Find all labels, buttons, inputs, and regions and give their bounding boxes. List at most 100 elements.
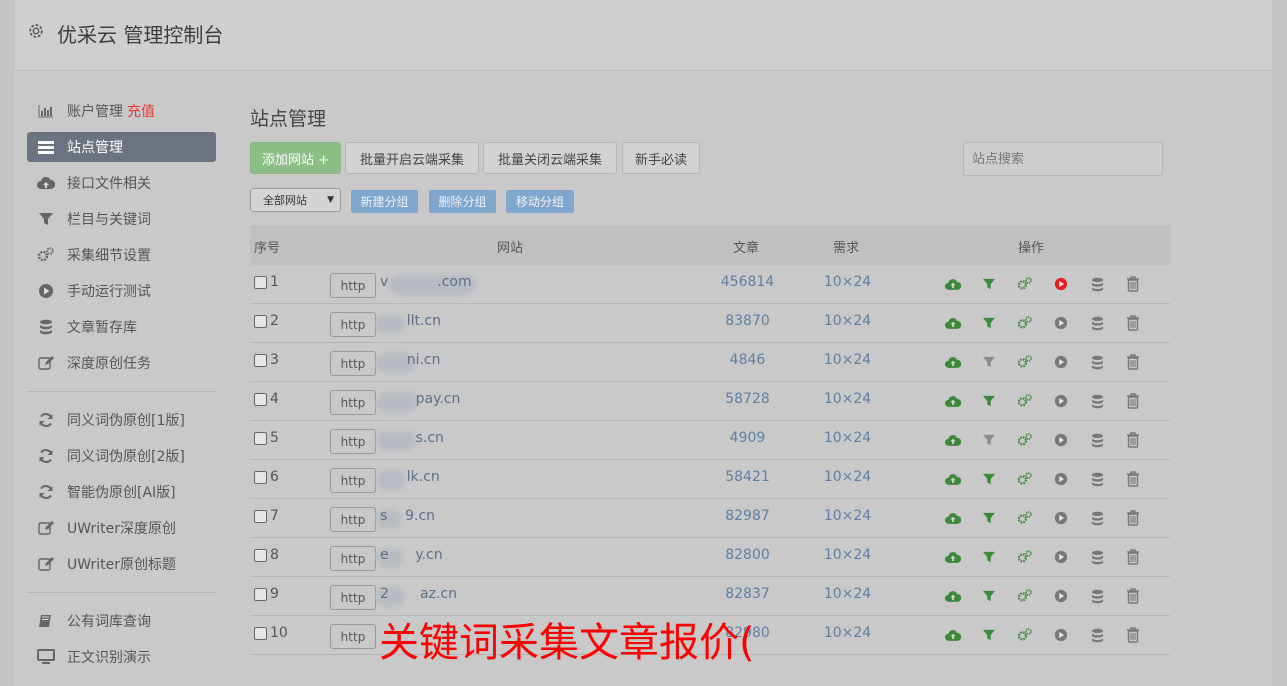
play-circle-icon[interactable] xyxy=(1043,471,1079,487)
protocol-badge[interactable]: http xyxy=(330,312,376,337)
database-icon[interactable] xyxy=(1079,510,1115,526)
play-circle-icon[interactable] xyxy=(1043,393,1079,409)
sidebar-item-9[interactable]: 同义词伪原创[2版] xyxy=(27,441,216,471)
cloud-upload-icon[interactable] xyxy=(935,627,971,643)
play-circle-icon[interactable] xyxy=(1043,432,1079,448)
protocol-badge[interactable]: http xyxy=(330,546,376,571)
cogs-icon[interactable] xyxy=(1007,393,1043,409)
article-count-link[interactable]: 82987 xyxy=(690,508,805,524)
cogs-icon[interactable] xyxy=(1007,627,1043,643)
protocol-badge[interactable]: http xyxy=(330,390,376,415)
row-checkbox[interactable] xyxy=(254,276,267,289)
row-checkbox[interactable] xyxy=(254,510,267,523)
batch-disable-cloud-button[interactable]: 批量关闭云端采集 xyxy=(483,142,617,174)
delete-group-button[interactable]: 删除分组 xyxy=(429,190,496,213)
article-count-link[interactable]: 4846 xyxy=(690,352,805,368)
site-url-link[interactable]: e y.cn xyxy=(380,547,443,563)
play-circle-icon[interactable] xyxy=(1043,627,1079,643)
trash-icon[interactable] xyxy=(1115,393,1151,409)
site-url-link[interactable]: llt.cn xyxy=(380,313,441,329)
article-count-link[interactable]: 82837 xyxy=(690,586,805,602)
database-icon[interactable] xyxy=(1079,549,1115,565)
sidebar-item-4[interactable]: 采集细节设置 xyxy=(27,240,216,270)
sidebar-item-10[interactable]: 智能伪原创[AI版] xyxy=(27,477,216,507)
sidebar-item-13[interactable]: 公有词库查询 xyxy=(27,606,216,636)
sidebar-item-0[interactable]: 账户管理 充值 xyxy=(27,96,216,126)
add-site-button[interactable]: 添加网站 + xyxy=(250,142,341,174)
play-circle-icon[interactable] xyxy=(1043,276,1079,292)
protocol-badge[interactable]: http xyxy=(330,585,376,610)
cloud-upload-icon[interactable] xyxy=(935,354,971,370)
database-icon[interactable] xyxy=(1079,432,1115,448)
trash-icon[interactable] xyxy=(1115,549,1151,565)
need-value-link[interactable]: 10×24 xyxy=(810,391,885,407)
sidebar-item-3[interactable]: 栏目与关键词 xyxy=(27,204,216,234)
sidebar-item-5[interactable]: 手动运行测试 xyxy=(27,276,216,306)
article-count-link[interactable]: 58421 xyxy=(690,469,805,485)
cogs-icon[interactable] xyxy=(1007,588,1043,604)
protocol-badge[interactable]: http xyxy=(330,624,376,649)
database-icon[interactable] xyxy=(1079,354,1115,370)
batch-enable-cloud-button[interactable]: 批量开启云端采集 xyxy=(345,142,479,174)
row-checkbox[interactable] xyxy=(254,432,267,445)
play-circle-icon[interactable] xyxy=(1043,588,1079,604)
site-url-link[interactable]: v .com xyxy=(380,274,472,290)
need-value-link[interactable]: 10×24 xyxy=(810,625,885,641)
sidebar-item-1[interactable]: 站点管理 xyxy=(27,132,216,162)
row-checkbox[interactable] xyxy=(254,471,267,484)
cloud-upload-icon[interactable] xyxy=(935,315,971,331)
cloud-upload-icon[interactable] xyxy=(935,276,971,292)
cogs-icon[interactable] xyxy=(1007,432,1043,448)
protocol-badge[interactable]: http xyxy=(330,273,376,298)
cogs-icon[interactable] xyxy=(1007,354,1043,370)
need-value-link[interactable]: 10×24 xyxy=(810,547,885,563)
database-icon[interactable] xyxy=(1079,627,1115,643)
need-value-link[interactable]: 10×24 xyxy=(810,313,885,329)
cogs-icon[interactable] xyxy=(1007,510,1043,526)
cloud-upload-icon[interactable] xyxy=(935,471,971,487)
need-value-link[interactable]: 10×24 xyxy=(810,469,885,485)
filter-icon[interactable] xyxy=(971,471,1007,487)
sidebar-item-14[interactable]: 正文识别演示 xyxy=(27,642,216,672)
row-checkbox[interactable] xyxy=(254,393,267,406)
need-value-link[interactable]: 10×24 xyxy=(810,508,885,524)
database-icon[interactable] xyxy=(1079,393,1115,409)
beginner-guide-button[interactable]: 新手必读 xyxy=(622,142,700,174)
row-checkbox[interactable] xyxy=(254,354,267,367)
row-checkbox[interactable] xyxy=(254,588,267,601)
row-checkbox[interactable] xyxy=(254,627,267,640)
play-circle-icon[interactable] xyxy=(1043,510,1079,526)
database-icon[interactable] xyxy=(1079,315,1115,331)
database-icon[interactable] xyxy=(1079,471,1115,487)
need-value-link[interactable]: 10×24 xyxy=(810,274,885,290)
trash-icon[interactable] xyxy=(1115,432,1151,448)
recharge-link[interactable]: 充值 xyxy=(127,101,155,121)
database-icon[interactable] xyxy=(1079,588,1115,604)
filter-icon[interactable] xyxy=(971,276,1007,292)
protocol-badge[interactable]: http xyxy=(330,429,376,454)
cloud-upload-icon[interactable] xyxy=(935,549,971,565)
new-group-button[interactable]: 新建分组 xyxy=(351,190,418,213)
sidebar-item-6[interactable]: 文章暂存库 xyxy=(27,312,216,342)
cloud-upload-icon[interactable] xyxy=(935,393,971,409)
row-checkbox[interactable] xyxy=(254,549,267,562)
cogs-icon[interactable] xyxy=(1007,549,1043,565)
protocol-badge[interactable]: http xyxy=(330,507,376,532)
play-circle-icon[interactable] xyxy=(1043,315,1079,331)
site-search-input[interactable] xyxy=(963,142,1163,176)
play-circle-icon[interactable] xyxy=(1043,549,1079,565)
cloud-upload-icon[interactable] xyxy=(935,432,971,448)
site-url-link[interactable]: 2 az.cn xyxy=(380,586,457,602)
cogs-icon[interactable] xyxy=(1007,315,1043,331)
site-url-link[interactable]: lk.cn xyxy=(380,469,440,485)
filter-icon[interactable] xyxy=(971,510,1007,526)
site-url-link[interactable]: s 9.cn xyxy=(380,508,435,524)
trash-icon[interactable] xyxy=(1115,315,1151,331)
trash-icon[interactable] xyxy=(1115,471,1151,487)
trash-icon[interactable] xyxy=(1115,627,1151,643)
article-count-link[interactable]: 82800 xyxy=(690,547,805,563)
filter-icon[interactable] xyxy=(971,315,1007,331)
need-value-link[interactable]: 10×24 xyxy=(810,430,885,446)
sidebar-item-7[interactable]: 深度原创任务 xyxy=(27,348,216,378)
filter-icon[interactable] xyxy=(971,588,1007,604)
